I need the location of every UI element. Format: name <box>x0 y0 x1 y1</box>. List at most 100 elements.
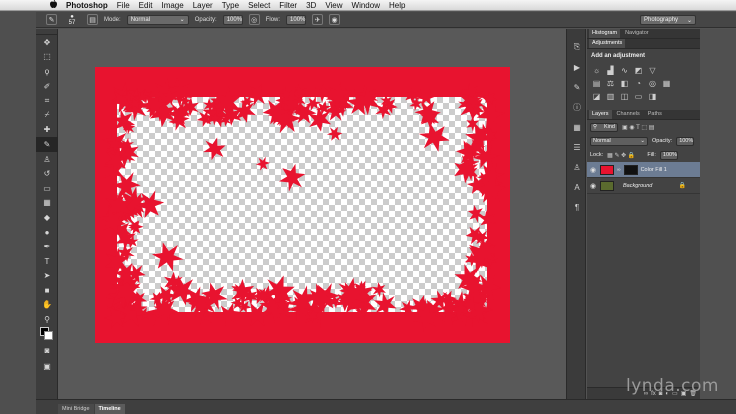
visibility-eye-icon[interactable]: ◉ <box>589 182 597 190</box>
dock-grip[interactable] <box>567 29 587 37</box>
layer-row-background[interactable]: ◉ Background 🔒 <box>587 178 700 194</box>
tab-channels[interactable]: Channels <box>614 110 643 119</box>
color-balance-icon[interactable]: ⚖ <box>605 78 616 89</box>
quick-select-tool-icon[interactable]: ✐ <box>36 79 58 94</box>
brightness-contrast-icon[interactable]: ☼ <box>591 65 602 76</box>
tab-paths[interactable]: Paths <box>645 110 665 119</box>
selective-color-icon[interactable]: ◨ <box>647 91 658 102</box>
layer-name[interactable]: Color Fill 1 <box>641 167 667 173</box>
menu-window[interactable]: Window <box>352 1 380 10</box>
dodge-tool-icon[interactable]: ● <box>36 225 58 240</box>
hue-saturation-icon[interactable]: ▤ <box>591 78 602 89</box>
visibility-eye-icon[interactable]: ◉ <box>589 166 597 174</box>
actions-panel-icon[interactable]: ▶ <box>567 57 587 77</box>
mode-select[interactable]: Normal ⌄ <box>126 14 189 25</box>
layer-name[interactable]: Background <box>623 183 652 189</box>
menu-photoshop[interactable]: Photoshop <box>66 1 108 10</box>
airbrush-icon[interactable]: ✈ <box>312 14 324 25</box>
color-fill-thumbnail[interactable] <box>600 164 614 175</box>
path-select-tool-icon[interactable]: ➤ <box>36 269 58 284</box>
history-brush-tool-icon[interactable]: ↺ <box>36 166 58 181</box>
opacity-field[interactable]: 100% <box>222 14 243 25</box>
menu-layer[interactable]: Layer <box>193 1 213 10</box>
clone-stamp-tool-icon[interactable]: ♙ <box>36 152 58 167</box>
menu-file[interactable]: File <box>117 1 130 10</box>
brush-size-picker[interactable]: ● 57 <box>63 14 81 26</box>
chevron-down-icon: ⌄ <box>640 138 645 144</box>
swatches-panel-icon[interactable]: ▦ <box>567 117 587 137</box>
lock-icons[interactable]: ▦ ✎ ✥ 🔒 <box>607 152 635 159</box>
pressure-opacity-icon[interactable]: ◎ <box>248 14 260 25</box>
threshold-icon[interactable]: ◫ <box>619 91 630 102</box>
vibrance-icon[interactable]: ▽ <box>647 65 658 76</box>
flow-field[interactable]: 100% <box>286 14 307 25</box>
filter-kind-select[interactable]: ⚲ Kind <box>590 122 618 132</box>
info-panel-icon[interactable]: ⓘ <box>567 97 587 117</box>
character-panel-icon[interactable]: A <box>567 177 587 197</box>
tab-navigator[interactable]: Navigator <box>622 29 652 38</box>
healing-tool-icon[interactable]: ✚ <box>36 123 58 138</box>
tab-mini-bridge[interactable]: Mini Bridge <box>58 404 94 414</box>
pressure-size-icon[interactable]: ◉ <box>329 14 341 25</box>
type-tool-icon[interactable]: T <box>36 254 58 269</box>
filter-type-icons[interactable]: ▣ ◉ T ⬚ ▤ <box>622 124 654 131</box>
menu-filter[interactable]: Filter <box>279 1 297 10</box>
chevron-down-icon: ⌄ <box>179 17 185 23</box>
quick-mask-icon[interactable]: ◙ <box>36 343 58 358</box>
screen-mode-icon[interactable]: ▣ <box>36 359 58 374</box>
workspace-select[interactable]: Photography ⌄ <box>640 15 696 25</box>
blur-tool-icon[interactable]: ◆ <box>36 210 58 225</box>
tab-adjustments[interactable]: Adjustments <box>589 39 626 48</box>
blend-mode-select[interactable]: Normal ⌄ <box>590 136 648 146</box>
tab-timeline[interactable]: Timeline <box>94 404 125 414</box>
menu-help[interactable]: Help <box>389 1 405 10</box>
apple-icon[interactable] <box>50 0 58 10</box>
menu-select[interactable]: Select <box>248 1 270 10</box>
hand-tool-icon[interactable]: ✋ <box>36 298 58 313</box>
marquee-tool-icon[interactable]: ⬚ <box>36 50 58 65</box>
gradient-map-icon[interactable]: ▭ <box>633 91 644 102</box>
brush-preset-icon[interactable]: ✎ <box>46 14 57 25</box>
levels-icon[interactable]: ▟ <box>605 65 616 76</box>
background-color-swatch[interactable] <box>44 331 53 340</box>
exposure-icon[interactable]: ◩ <box>633 65 644 76</box>
menu-view[interactable]: View <box>325 1 342 10</box>
layer-mask-thumbnail[interactable] <box>623 164 638 175</box>
posterize-icon[interactable]: ▥ <box>605 91 616 102</box>
clone-source-icon[interactable]: ♙ <box>567 157 587 177</box>
tab-layers[interactable]: Layers <box>589 110 612 119</box>
fill-field[interactable]: 100% <box>659 150 678 160</box>
tab-histogram[interactable]: Histogram <box>589 29 621 38</box>
history-panel-icon[interactable]: ⎘ <box>567 37 587 57</box>
eyedropper-tool-icon[interactable]: ⌿ <box>36 108 58 123</box>
shape-tool-icon[interactable]: ■ <box>36 283 58 298</box>
eraser-tool-icon[interactable]: ▭ <box>36 181 58 196</box>
background-thumbnail[interactable] <box>600 180 614 191</box>
menu-3d[interactable]: 3D <box>306 1 316 10</box>
brush-panel-toggle-icon[interactable]: ▤ <box>87 14 98 25</box>
menu-image[interactable]: Image <box>161 1 183 10</box>
gradient-tool-icon[interactable]: ▦ <box>36 196 58 211</box>
move-tool-icon[interactable]: ✥ <box>36 35 58 50</box>
menu-edit[interactable]: Edit <box>139 1 153 10</box>
invert-icon[interactable]: ◪ <box>591 91 602 102</box>
crop-tool-icon[interactable]: ⌗ <box>36 93 58 108</box>
color-lookup-icon[interactable]: ▦ <box>661 78 672 89</box>
menu-type[interactable]: Type <box>222 1 239 10</box>
brush-presets-icon[interactable]: ✎ <box>567 77 587 97</box>
pen-tool-icon[interactable]: ✒ <box>36 239 58 254</box>
black-white-icon[interactable]: ◧ <box>619 78 630 89</box>
layer-row-color-fill[interactable]: ◉ ∞ Color Fill 1 <box>587 162 700 178</box>
lasso-tool-icon[interactable]: ϙ <box>36 64 58 79</box>
link-icon[interactable]: ∞ <box>617 167 621 173</box>
photo-filter-icon[interactable]: ◔ <box>633 78 644 89</box>
channel-mixer-icon[interactable]: ◎ <box>647 78 658 89</box>
curves-icon[interactable]: ∿ <box>619 65 630 76</box>
empty-slot <box>675 78 686 89</box>
artwork-canvas[interactable] <box>95 67 510 343</box>
zoom-tool-icon[interactable]: ⚲ <box>36 312 58 327</box>
properties-panel-icon[interactable]: ☰ <box>567 137 587 157</box>
layer-opacity-field[interactable]: 100% <box>676 136 695 146</box>
paragraph-panel-icon[interactable]: ¶ <box>567 197 587 217</box>
brush-tool-icon[interactable]: ✎ <box>36 137 58 152</box>
